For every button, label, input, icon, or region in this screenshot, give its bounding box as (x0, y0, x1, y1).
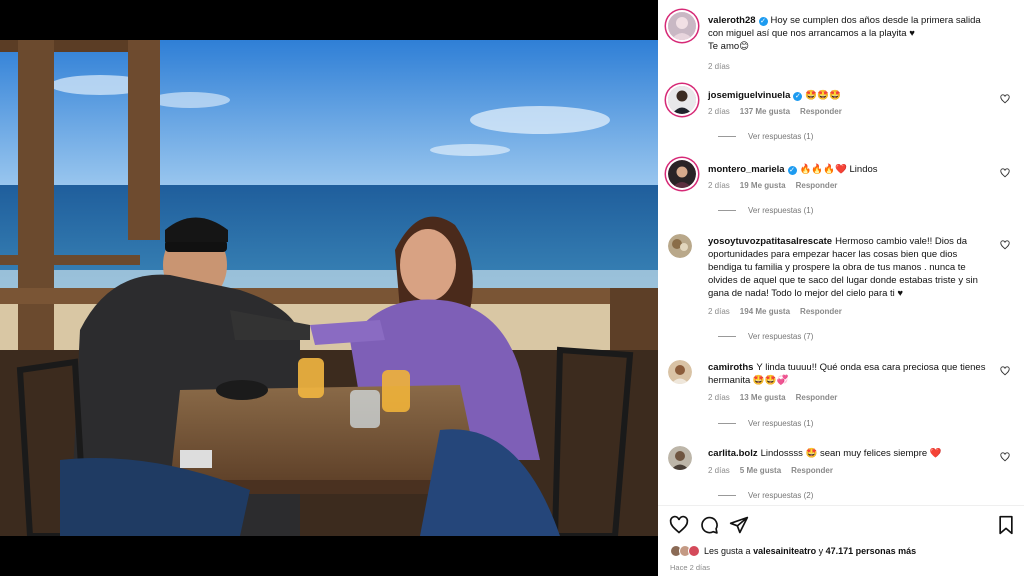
view-replies-label: Ver respuestas (1) (748, 419, 814, 428)
post-action-bar (658, 505, 1024, 545)
caption-line-2: Te amo😊 (708, 41, 750, 52)
reply-button[interactable]: Responder (791, 466, 833, 475)
like-comment-heart-icon[interactable] (1000, 94, 1010, 104)
reply-button[interactable]: Responder (800, 107, 842, 116)
commenter-avatar[interactable] (668, 160, 696, 188)
view-replies-link[interactable]: Ver respuestas (2) (718, 491, 813, 500)
comment-text-block: yosoytuvozpatitasalrescate Hermoso cambio… (708, 235, 993, 300)
comment-body: 🤩🤩🤩 (805, 90, 841, 101)
reply-button[interactable]: Responder (796, 181, 838, 190)
comment-likes[interactable]: 137 Me gusta (740, 107, 790, 116)
instagram-post-view: valeroth28 ✓ Hoy se cumplen dos años desde… (0, 0, 1024, 576)
verified-icon: ✓ (758, 17, 768, 26)
like-comment-heart-icon[interactable] (1000, 168, 1010, 178)
commenter-avatar[interactable] (668, 234, 692, 258)
comment-meta: 2 días 13 Me gusta Responder (708, 393, 847, 402)
like-heart-icon[interactable] (669, 515, 689, 535)
comment-username[interactable]: camiroths (708, 362, 753, 373)
view-replies-label: Ver respuestas (1) (748, 132, 814, 141)
comment-username[interactable]: montero_mariela (708, 164, 785, 175)
posted-time: Hace 2 días (670, 563, 711, 572)
replies-divider-line (718, 495, 736, 496)
post-photo[interactable] (0, 40, 658, 536)
post-caption: valeroth28 ✓ Hoy se cumplen dos años desde… (668, 10, 1014, 80)
comment-meta: 2 días 194 Me gusta Responder (708, 307, 852, 316)
comment-username[interactable]: josemiguelvinuela (708, 90, 790, 101)
replies-divider-line (718, 210, 736, 211)
comment-username[interactable]: carlita.bolz (708, 448, 758, 459)
comment-item: montero_mariela ✓ 🔥🔥🔥❤️ Lindos 2 días 19 Me… (668, 160, 1014, 220)
replies-divider-line (718, 336, 736, 337)
author-username[interactable]: valeroth28 (708, 15, 756, 26)
caption-meta: 2 días (708, 60, 998, 73)
comment-likes[interactable]: 19 Me gusta (740, 181, 786, 190)
comment-likes[interactable]: 13 Me gusta (740, 393, 786, 402)
save-bookmark-icon[interactable] (996, 515, 1016, 535)
view-replies-link[interactable]: Ver respuestas (7) (718, 332, 813, 341)
likes-prefix: Les gusta a (704, 546, 751, 556)
likes-user[interactable]: valesainiteatro (753, 546, 816, 556)
comment-body: 🔥🔥🔥❤️ Lindos (799, 164, 878, 175)
likes-middle: y (818, 546, 824, 556)
comment-username[interactable]: yosoytuvozpatitasalrescate (708, 236, 832, 247)
liker-avatars (670, 545, 700, 557)
caption-text: valeroth28 ✓ Hoy se cumplen dos años desde… (708, 14, 998, 73)
comment-item: josemiguelvinuela ✓ 🤩🤩🤩 2 días 137 Me gusta… (668, 86, 1014, 146)
comment-meta: 2 días 19 Me gusta Responder (708, 181, 847, 190)
view-replies-link[interactable]: Ver respuestas (1) (718, 206, 813, 215)
view-replies-label: Ver respuestas (1) (748, 206, 814, 215)
liker-avatar (688, 545, 700, 557)
comment-meta: 2 días 137 Me gusta Responder (708, 107, 852, 116)
like-comment-heart-icon[interactable] (1000, 366, 1010, 376)
verified-icon: ✓ (787, 166, 797, 175)
comment-item: camiroths Y linda tuuuu!! Qué onda esa ca… (668, 360, 1014, 434)
media-area (0, 0, 658, 576)
comment-time: 2 días (708, 466, 730, 475)
reply-button[interactable]: Responder (796, 393, 838, 402)
comment-text-block: camiroths Y linda tuuuu!! Qué onda esa ca… (708, 361, 993, 387)
share-send-icon[interactable] (729, 515, 749, 535)
view-replies-link[interactable]: Ver respuestas (1) (718, 132, 813, 141)
comment-time: 2 días (708, 107, 730, 116)
likes-count[interactable]: 47.171 personas más (826, 546, 917, 556)
comment-item: carlita.bolz Lindossss 🤩 sean muy felices… (668, 446, 1014, 506)
comment-text-block: montero_mariela ✓ 🔥🔥🔥❤️ Lindos (708, 163, 993, 176)
comment-time: 2 días (708, 307, 730, 316)
comment-text-block: josemiguelvinuela ✓ 🤩🤩🤩 (708, 89, 993, 102)
replies-divider-line (718, 136, 736, 137)
view-replies-label: Ver respuestas (7) (748, 332, 814, 341)
photo-couple-at-beach-restaurant (0, 40, 658, 536)
comment-bubble-icon[interactable] (699, 515, 719, 535)
verified-icon: ✓ (793, 92, 803, 101)
view-replies-link[interactable]: Ver respuestas (1) (718, 419, 813, 428)
comment-item: yosoytuvozpatitasalrescate Hermoso cambio… (668, 234, 1014, 344)
comment-likes[interactable]: 194 Me gusta (740, 307, 790, 316)
comments-panel: valeroth28 ✓ Hoy se cumplen dos años desde… (658, 0, 1024, 576)
commenter-avatar[interactable] (668, 360, 692, 384)
reply-button[interactable]: Responder (800, 307, 842, 316)
author-avatar[interactable] (668, 12, 696, 40)
comment-meta: 2 días 5 Me gusta Responder (708, 466, 843, 475)
comment-likes[interactable]: 5 Me gusta (740, 466, 781, 475)
commenter-avatar[interactable] (668, 446, 692, 470)
comment-text-block: carlita.bolz Lindossss 🤩 sean muy felices… (708, 447, 993, 460)
likes-summary[interactable]: Les gusta a valesainiteatro y 47.171 per… (670, 545, 916, 557)
caption-time: 2 días (708, 62, 730, 71)
view-replies-label: Ver respuestas (2) (748, 491, 814, 500)
comment-body: Lindossss 🤩 sean muy felices siempre ❤️ (760, 448, 942, 459)
like-comment-heart-icon[interactable] (1000, 452, 1010, 462)
like-comment-heart-icon[interactable] (1000, 240, 1010, 250)
replies-divider-line (718, 423, 736, 424)
commenter-avatar[interactable] (668, 86, 696, 114)
comment-time: 2 días (708, 181, 730, 190)
comment-time: 2 días (708, 393, 730, 402)
